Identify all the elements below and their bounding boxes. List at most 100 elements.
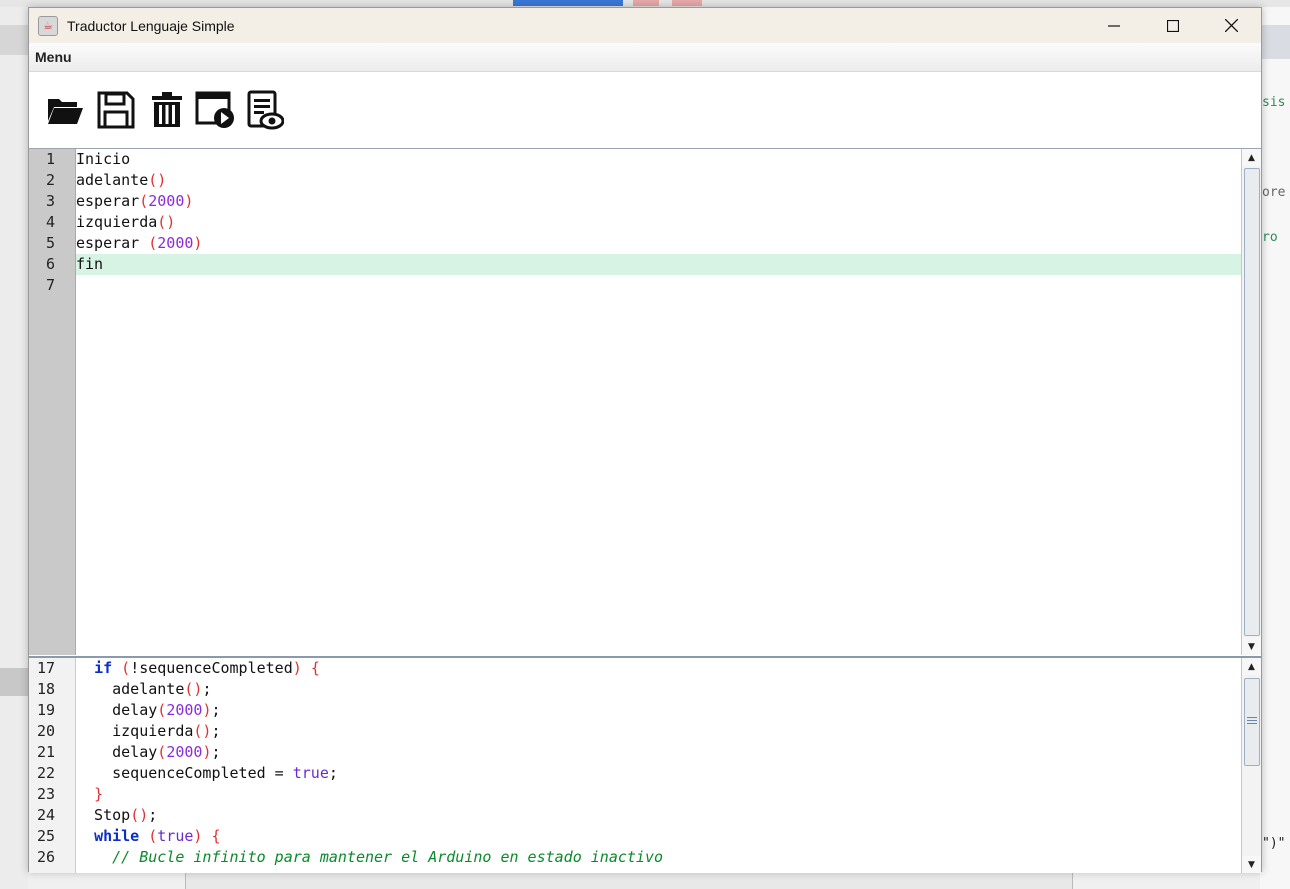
scrollbar-thumb[interactable] [1244,168,1260,636]
code-token: ( [139,192,149,210]
maximize-button[interactable] [1143,8,1202,43]
background-text: ro [1262,230,1278,245]
folder-open-icon [48,99,83,124]
code-token: ( [157,701,167,719]
code-token: ( [148,827,158,845]
line-number: 22 [36,764,55,782]
code-line[interactable]: adelante(); [76,679,1241,700]
code-line[interactable]: izquierda(); [76,721,1241,742]
code-token: 2000 [148,192,185,210]
window-title: Traductor Lenguaje Simple [67,17,235,34]
line-number: 23 [36,785,55,803]
code-token: ; [202,680,212,698]
background-text: ")" [1262,836,1286,851]
scroll-up-arrow-icon[interactable]: ▲ [1242,149,1261,166]
title-bar[interactable]: ☕ Traductor Lenguaje Simple [29,8,1261,43]
code-line[interactable]: fin [76,254,1241,275]
line-number: 24 [36,806,55,824]
window-controls [1084,8,1261,43]
generated-code-area[interactable]: if (!sequenceCompleted) { adelante(); de… [76,658,1241,873]
code-token: sequenceCompleted = [76,764,293,782]
code-token: { [211,827,221,845]
scroll-down-arrow-icon[interactable]: ▼ [1242,638,1261,655]
toolbar [29,72,1261,148]
close-icon [1225,19,1238,32]
code-token: 2000 [157,234,194,252]
java-app-icon: ☕ [38,15,58,36]
code-line[interactable]: delay(2000); [76,742,1241,763]
background-icon [672,0,702,6]
code-token: () [130,806,149,824]
code-token: izquierda [76,722,194,740]
code-token: Inicio [76,150,131,168]
code-line[interactable] [76,275,1241,296]
floppy-disk-icon [97,91,135,129]
line-number: 19 [36,701,55,719]
maximize-icon [1166,19,1179,32]
line-number: 18 [36,680,55,698]
code-token: true [292,764,329,782]
code-line[interactable]: adelante() [76,170,1241,191]
source-code-editor[interactable]: 1234567 Inicio adelante() esperar(2000) izq… [29,148,1261,655]
code-token: esperar [76,192,140,210]
save-button[interactable] [96,88,136,132]
view-output-button[interactable] [245,88,285,132]
background-left-fragment [0,7,28,889]
line-number: 1 [45,150,55,168]
code-line[interactable]: Stop(); [76,805,1241,826]
code-line[interactable]: // Bucle infinito para mantener el Ardui… [76,847,1241,868]
code-line[interactable]: Inicio [76,149,1241,170]
background-text: ore [1262,185,1286,200]
scroll-up-arrow-icon[interactable]: ▲ [1242,658,1261,675]
code-token: // Bucle infinito para mantener el Ardui… [112,848,664,866]
delete-button[interactable] [147,88,187,132]
line-number-gutter: 17 18 19 20 21 22 23 24 25 26 [29,658,76,873]
app-window: ☕ Traductor Lenguaje Simple Menu 1 2 3 4… [28,7,1262,873]
menu-bar: Menu [29,43,1261,72]
code-token: () [184,680,203,698]
code-token: ; [211,722,221,740]
generated-code-editor[interactable]: 17 18 19 20 21 22 23 24 25 26 if (!sequenceComple… [29,656,1261,873]
line-number: 5 [45,234,55,252]
code-line[interactable]: izquierda() [76,212,1241,233]
code-line[interactable]: if (!sequenceCompleted) { [76,658,1241,679]
code-token: } [94,785,104,803]
close-button[interactable] [1202,8,1261,43]
scroll-down-arrow-icon[interactable]: ▼ [1242,856,1261,873]
code-line[interactable]: esperar (2000) [76,233,1241,254]
vertical-scrollbar[interactable]: ▲ ▼ [1241,658,1261,873]
code-token: izquierda [76,213,158,231]
code-token: ; [328,764,338,782]
line-number-gutter: 1 2 3 4 5 6 7 [29,149,76,655]
code-token: while [94,827,140,845]
line-number: 26 [36,848,55,866]
code-token: { [310,659,320,677]
open-file-button[interactable] [45,88,85,132]
scrollbar-thumb[interactable] [1244,678,1260,766]
menu-item-menu[interactable]: Menu [35,49,72,65]
code-line[interactable]: while (true) { [76,826,1241,847]
code-token: ( [121,659,131,677]
code-token: ; [148,806,158,824]
code-line[interactable]: } [76,784,1241,805]
code-line[interactable]: sequenceCompleted = true; [76,763,1241,784]
code-token: 2000 [166,701,203,719]
line-number: 25 [36,827,55,845]
vertical-scrollbar[interactable]: ▲ ▼ [1241,149,1261,655]
line-number: 2 [45,171,55,189]
code-line[interactable]: esperar(2000) [76,191,1241,212]
code-line[interactable]: delay(2000); [76,700,1241,721]
source-code-area[interactable]: Inicio adelante() esperar(2000) izquierda()… [76,149,1241,655]
code-token: ( [157,743,167,761]
code-token: 2000 [166,743,203,761]
line-number: 20 [36,722,55,740]
run-button[interactable] [195,88,235,132]
document-eye-icon [247,90,284,130]
minimize-button[interactable] [1084,8,1143,43]
line-number: 7 [45,276,55,294]
background-text: sis [1262,95,1286,110]
code-token: adelante [76,680,185,698]
